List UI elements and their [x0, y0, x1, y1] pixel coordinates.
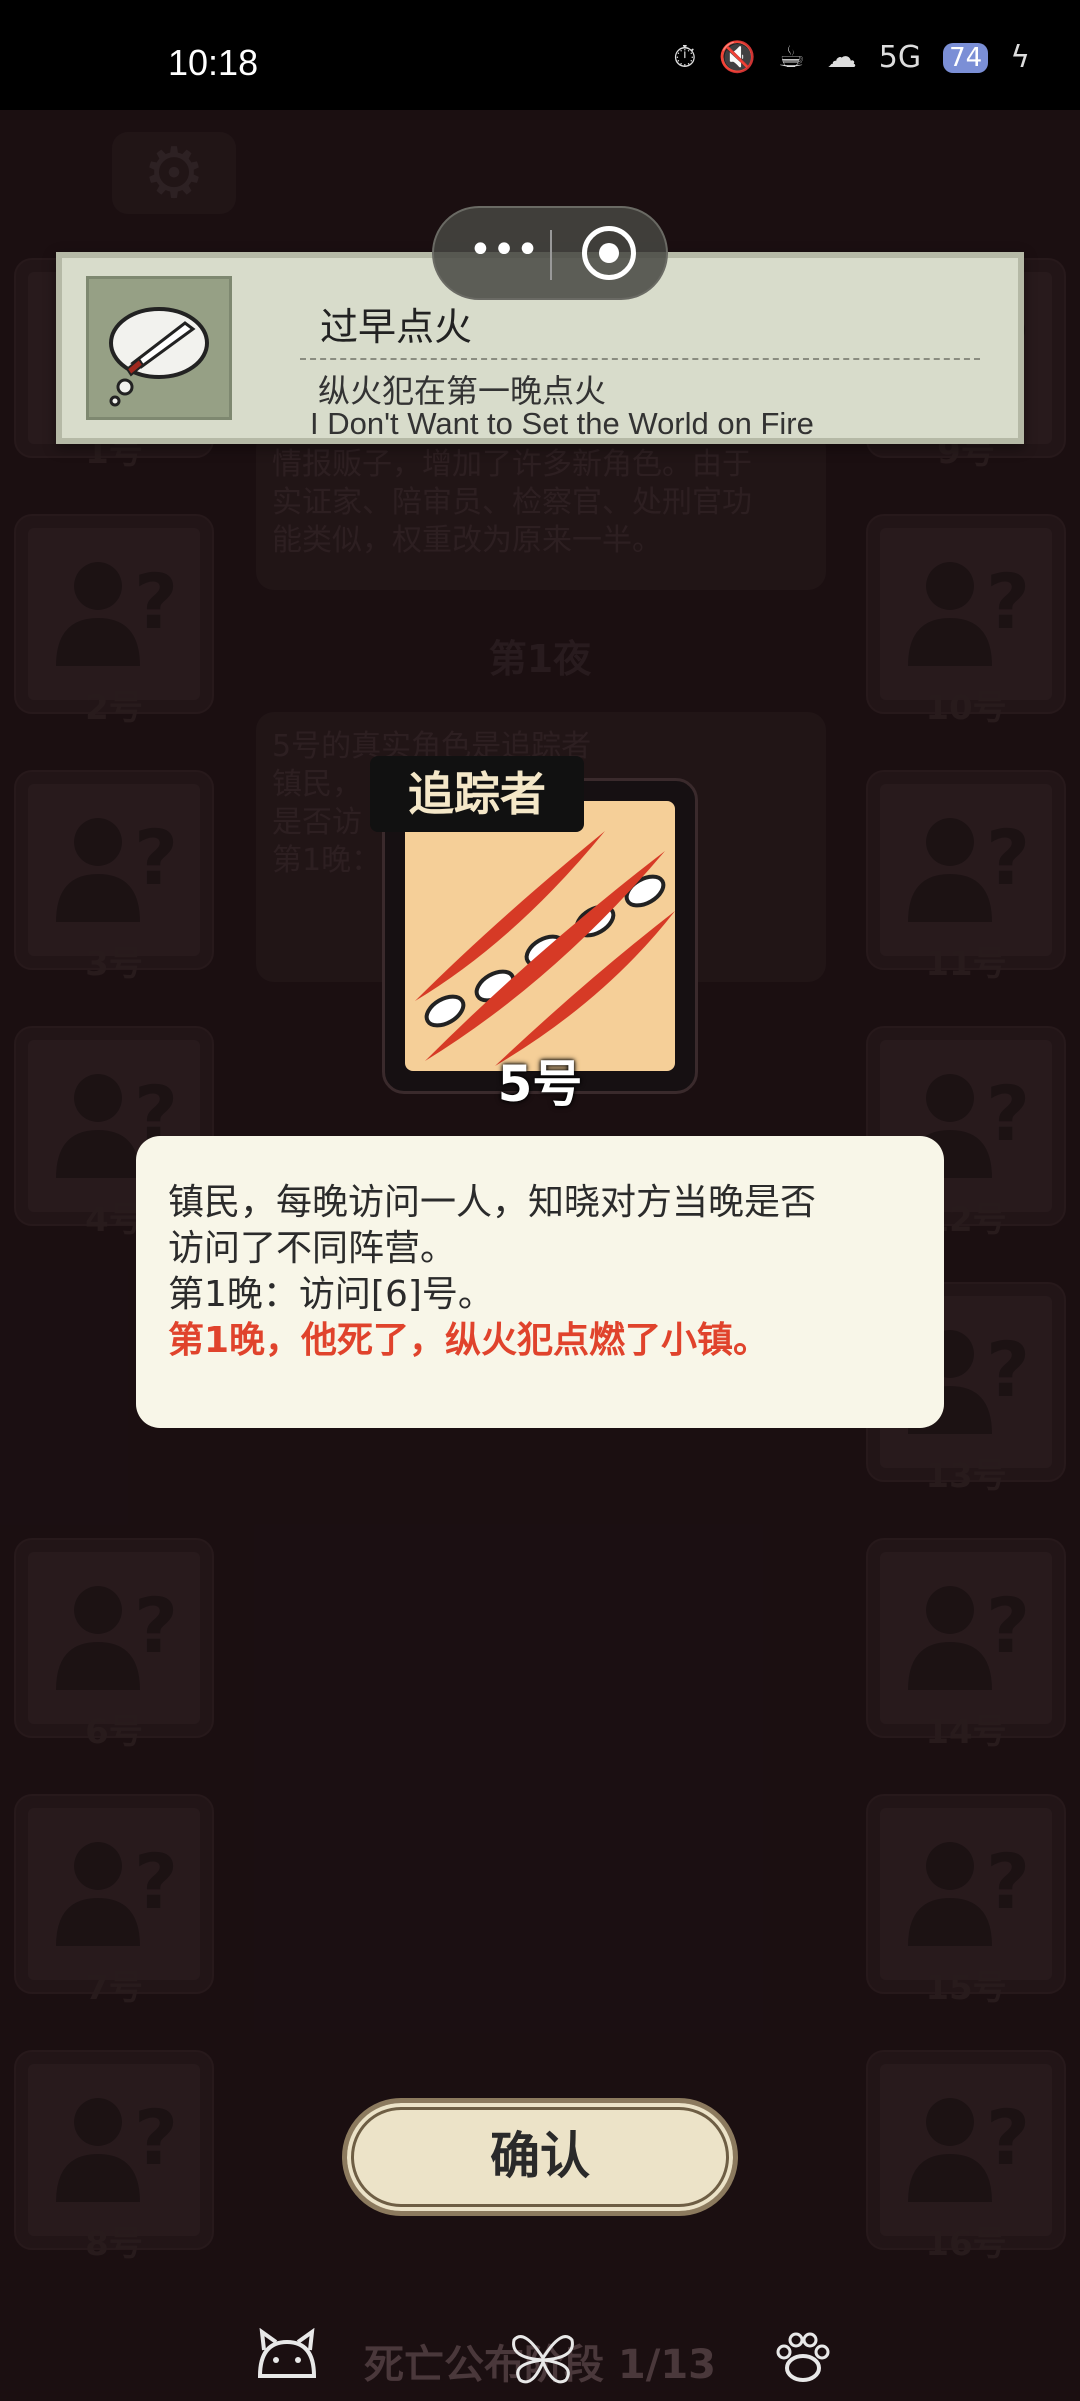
death-notice-line: 第1晚，他死了，纵火犯点燃了小镇。	[168, 1320, 770, 1361]
achievement-divider	[300, 358, 980, 360]
unknown-player-icon: ?	[880, 1808, 1052, 1980]
tracker-claw-icon	[405, 801, 675, 1071]
player-slot[interactable]: ? 16号	[866, 2050, 1066, 2264]
player-slot[interactable]: ? 10号	[866, 514, 1066, 728]
knife-thought-icon	[86, 276, 232, 420]
intro-log: 情报贩子，增加了许多新角色。由于 实证家、陪审员、检察官、处刑官功 能类似，权重…	[256, 430, 826, 590]
player-label: 15号	[925, 1968, 1007, 2008]
role-player-number: 5号	[497, 1055, 583, 1113]
unknown-player-icon: ?	[28, 1808, 200, 1980]
svg-text:?: ?	[986, 813, 1030, 902]
unknown-player-icon: ?	[28, 784, 200, 956]
svg-text:?: ?	[134, 1837, 178, 1926]
role-description-card: 镇民，每晚访问一人，知晓对方当晚是否 访问了不同阵营。 第1晚：访问[6]号。 …	[136, 1136, 944, 1428]
svg-text:?: ?	[986, 1837, 1030, 1926]
cup-icon: ☕	[777, 40, 805, 75]
settings-gear-icon[interactable]: ⚙	[112, 132, 236, 214]
miniprogram-capsule: •••	[432, 206, 668, 300]
player-slot[interactable]: ? 8号	[14, 2050, 214, 2264]
player-label: 8号	[85, 2224, 143, 2264]
butterfly-icon[interactable]	[508, 2328, 578, 2388]
signal-5g-icon: 5G	[878, 40, 922, 75]
capsule-divider	[550, 230, 552, 280]
svg-text:?: ?	[986, 1581, 1030, 1670]
svg-text:?: ?	[986, 557, 1030, 646]
player-label: 14号	[925, 1712, 1007, 1752]
close-target-icon[interactable]	[582, 226, 636, 280]
player-slot[interactable]: ? 3号	[14, 770, 214, 984]
player-slot[interactable]: ? 7号	[14, 1794, 214, 2008]
status-bar: 10:18 ⏱ 🔇 ☕ ☁ 5G 74 ϟ	[0, 0, 1080, 110]
svg-text:?: ?	[134, 557, 178, 646]
player-slot[interactable]: ? 6号	[14, 1538, 214, 1752]
battery-badge-icon: 74	[943, 42, 989, 73]
player-label: 2号	[85, 688, 143, 728]
description-line: 镇民，每晚访问一人，知晓对方当晚是否	[168, 1182, 817, 1223]
unknown-player-icon: ?	[28, 2064, 200, 2236]
bottom-bar: 死亡公布阶段 1/13	[0, 2318, 1080, 2400]
player-slot[interactable]: ? 14号	[866, 1538, 1066, 1752]
description-line: 第1晚：访问[6]号。	[168, 1274, 494, 1315]
svg-text:?: ?	[134, 813, 178, 902]
player-slot[interactable]: ? 15号	[866, 1794, 1066, 2008]
player-label: 3号	[85, 944, 143, 984]
player-label: 11号	[925, 944, 1007, 984]
charging-icon: ϟ	[1010, 40, 1030, 75]
svg-text:?: ?	[986, 1069, 1030, 1158]
player-label: 16号	[925, 2224, 1007, 2264]
log-line: 实证家、陪审员、检察官、处刑官功	[272, 485, 752, 520]
achievement-english: I Don't Want to Set the World on Fire	[310, 406, 814, 441]
paw-icon[interactable]	[768, 2328, 838, 2388]
achievement-title: 过早点火	[320, 305, 473, 349]
svg-text:?: ?	[134, 1581, 178, 1670]
timer-icon: ⏱	[673, 40, 697, 75]
player-label: 6号	[85, 1712, 143, 1752]
player-label: 13号	[925, 1456, 1007, 1496]
log-line: 能类似，权重改为原来一半。	[272, 523, 662, 558]
unknown-player-icon: ?	[28, 1552, 200, 1724]
unknown-player-icon: ?	[880, 1552, 1052, 1724]
night-title: 第1夜	[488, 637, 592, 681]
log-line: 情报贩子，增加了许多新角色。由于	[272, 447, 752, 482]
svg-text:?: ?	[986, 2093, 1030, 2182]
unknown-player-icon: ?	[880, 2064, 1052, 2236]
status-time: 10:18	[168, 42, 259, 83]
mute-icon: 🔇	[718, 40, 756, 75]
player-label: 10号	[925, 688, 1007, 728]
unknown-player-icon: ?	[880, 784, 1052, 956]
description-line: 访问了不同阵营。	[168, 1228, 457, 1269]
svg-text:?: ?	[986, 1325, 1030, 1414]
unknown-player-icon: ?	[880, 528, 1052, 700]
unknown-player-icon: ?	[28, 528, 200, 700]
player-slot[interactable]: ? 2号	[14, 514, 214, 728]
hd-icon: ☁	[826, 40, 857, 75]
role-name-label: 追踪者	[370, 756, 584, 832]
player-slot[interactable]: ? 11号	[866, 770, 1066, 984]
svg-text:?: ?	[134, 2093, 178, 2182]
cat-icon[interactable]	[252, 2327, 322, 2388]
more-options-button[interactable]: •••	[464, 228, 544, 278]
status-icons: ⏱ 🔇 ☕ ☁ 5G 74 ϟ	[673, 40, 1030, 75]
player-label: 7号	[85, 1968, 143, 2008]
confirm-button[interactable]: 确认	[342, 2098, 738, 2216]
